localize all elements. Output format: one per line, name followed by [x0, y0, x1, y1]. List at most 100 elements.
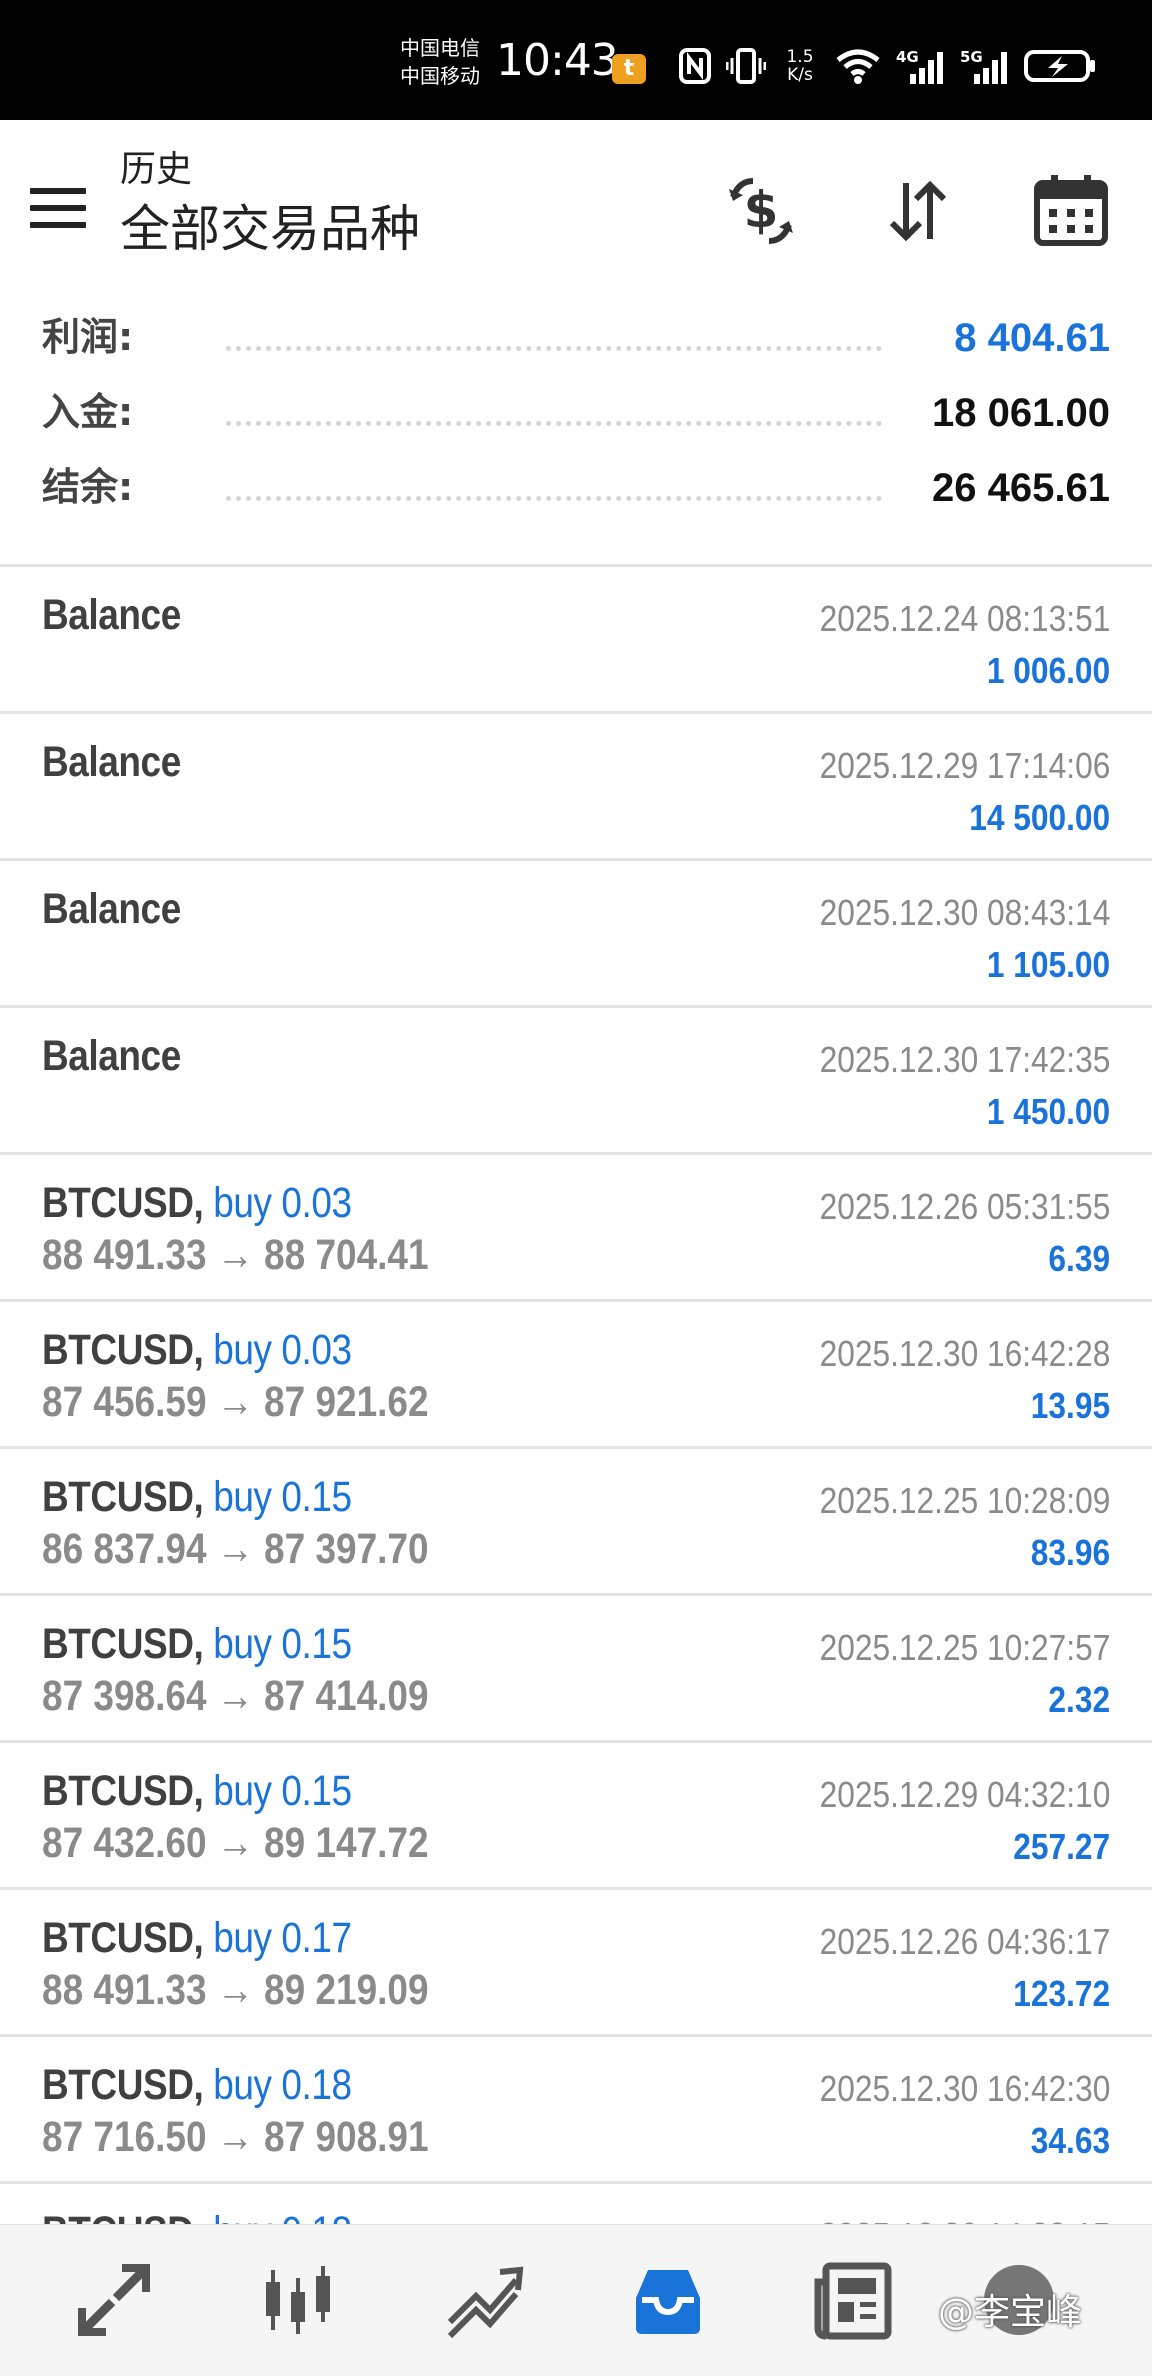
history-icon: [636, 2270, 700, 2334]
trade-icon: [447, 2266, 524, 2339]
item-symbol: BTCUSD,: [42, 1326, 204, 1374]
item-amount: 1 006.00: [986, 650, 1110, 691]
watermark-text: @李宝峰: [938, 2292, 1083, 2333]
item-amount: 1 105.00: [986, 944, 1110, 985]
nav-quotes[interactable]: [64, 2255, 164, 2345]
network-label-1: 4G: [896, 48, 919, 66]
item-title: Balance: [42, 1032, 181, 1080]
list-item[interactable]: Balance 2025.12.30 17:42:35 1 450.00: [0, 1005, 1152, 1152]
status-bar: 中国电信 中国移动 10:43 t 1.5 K/s 4G 5G: [0, 0, 1152, 120]
sort-icon: [889, 180, 947, 242]
item-symbol: BTCUSD,: [42, 1473, 204, 1521]
profit-value: 8 404.61: [954, 316, 1110, 360]
item-direction: buy 0.18: [213, 2208, 352, 2224]
item-time: 2025.12.30 16:42:28: [819, 1333, 1110, 1374]
page-subtitle: 历史: [120, 149, 193, 190]
network-speed: 1.5 K/s: [780, 48, 820, 84]
news-icon: [814, 2262, 892, 2340]
status-icons: 1.5 K/s 4G 5G: [678, 38, 1096, 94]
item-title: BTCUSD, buy 0.17: [42, 1912, 352, 1964]
app-notification-icon: t: [612, 54, 646, 84]
list-item[interactable]: BTCUSD, buy 0.17 88 491.33 → 89 219.09 2…: [0, 1887, 1152, 2034]
item-time: 2025.12.29 04:32:10: [819, 1774, 1110, 1815]
deposit-label: 入金:: [42, 390, 134, 434]
list-item[interactable]: Balance 2025.12.29 17:14:06 14 500.00: [0, 711, 1152, 858]
item-title: BTCUSD, buy 0.18: [42, 2059, 352, 2111]
item-prices: 87 432.60 → 89 147.72: [42, 1819, 429, 1867]
balance-value: 26 465.61: [932, 466, 1110, 510]
nfc-icon: [679, 48, 711, 84]
item-amount: 13.95: [1030, 1385, 1110, 1426]
item-amount: 257.27: [1013, 1826, 1110, 1867]
item-title: Balance: [42, 591, 181, 639]
item-title: BTCUSD, buy 0.15: [42, 1618, 352, 1670]
item-prices: 88 491.33 → 89 219.09: [42, 1966, 429, 2014]
battery-charging-icon: [1024, 50, 1095, 82]
item-prices: 86 837.94 → 87 397.70: [42, 1525, 429, 1573]
list-item[interactable]: BTCUSD, buy 0.18 2025.12.30 14:33:15: [0, 2181, 1152, 2224]
list-item[interactable]: Balance 2025.12.24 08:13:51 1 006.00: [0, 564, 1152, 711]
signal-5g-icon: 5G: [960, 48, 1007, 84]
list-item[interactable]: BTCUSD, buy 0.15 87 432.60 → 89 147.72 2…: [0, 1740, 1152, 1887]
summary-profit-row: 利润: 8 404.61: [0, 300, 1152, 374]
list-item[interactable]: BTCUSD, buy 0.03 88 491.33 → 88 704.41 2…: [0, 1152, 1152, 1299]
item-symbol: BTCUSD,: [42, 2208, 204, 2224]
currency-exchange-button[interactable]: $: [716, 166, 806, 256]
dotted-leader: [226, 496, 882, 501]
item-amount: 34.63: [1030, 2120, 1110, 2161]
item-symbol: BTCUSD,: [42, 1179, 204, 1227]
quotes-icon: [78, 2264, 150, 2336]
calendar-icon: [1034, 175, 1108, 246]
list-item[interactable]: BTCUSD, buy 0.18 87 716.50 → 87 908.91 2…: [0, 2034, 1152, 2181]
item-title: BTCUSD, buy 0.15: [42, 1765, 352, 1817]
sort-button[interactable]: [873, 166, 963, 256]
item-time: 2025.12.30 17:42:35: [819, 1039, 1110, 1080]
item-time: 2025.12.25 10:28:09: [819, 1480, 1110, 1521]
nav-chart[interactable]: [248, 2255, 348, 2345]
item-direction: buy 0.03: [213, 1326, 352, 1374]
history-list[interactable]: Balance 2025.12.24 08:13:51 1 006.00 Bal…: [0, 564, 1152, 2224]
item-time: 2025.12.30 08:43:14: [819, 892, 1110, 933]
item-title: BTCUSD, buy 0.03: [42, 1177, 352, 1229]
network-label-2: 5G: [960, 48, 983, 66]
dotted-leader: [226, 346, 882, 351]
item-amount: 2.32: [1048, 1679, 1110, 1720]
item-title: BTCUSD, buy 0.03: [42, 1324, 352, 1376]
item-direction: buy 0.15: [213, 1620, 352, 1668]
carrier-names: 中国电信 中国移动: [400, 34, 492, 90]
currency-exchange-icon: $: [729, 178, 793, 244]
nav-history[interactable]: [618, 2255, 718, 2345]
signal-4g-icon: 4G: [896, 48, 943, 84]
clock: 10:43: [496, 35, 619, 86]
item-symbol: BTCUSD,: [42, 1620, 204, 1668]
item-time: 2025.12.24 08:13:51: [819, 598, 1110, 639]
item-direction: buy 0.15: [213, 1473, 352, 1521]
item-symbol: BTCUSD,: [42, 1914, 204, 1962]
network-speed-unit: K/s: [787, 65, 813, 85]
summary-panel: 利润: 8 404.61 入金: 18 061.00 结余: 26 465.61: [0, 300, 1152, 562]
item-direction: buy 0.15: [213, 1767, 352, 1815]
nav-news[interactable]: [804, 2255, 904, 2345]
list-item[interactable]: BTCUSD, buy 0.15 87 398.64 → 87 414.09 2…: [0, 1593, 1152, 1740]
item-time: 2025.12.29 17:14:06: [819, 745, 1110, 786]
item-direction: buy 0.18: [213, 2061, 352, 2109]
list-item[interactable]: Balance 2025.12.30 08:43:14 1 105.00: [0, 858, 1152, 1005]
item-amount: 14 500.00: [969, 797, 1110, 838]
carrier-1: 中国电信: [400, 36, 480, 60]
item-prices: 88 491.33 → 88 704.41: [42, 1231, 429, 1279]
menu-icon[interactable]: [30, 188, 86, 228]
item-symbol: BTCUSD,: [42, 1767, 204, 1815]
item-title: BTCUSD, buy 0.18: [42, 2206, 352, 2224]
item-symbol: BTCUSD,: [42, 2061, 204, 2109]
dotted-leader: [226, 421, 882, 426]
list-item[interactable]: BTCUSD, buy 0.03 87 456.59 → 87 921.62 2…: [0, 1299, 1152, 1446]
list-item[interactable]: BTCUSD, buy 0.15 86 837.94 → 87 397.70 2…: [0, 1446, 1152, 1593]
vibrate-icon: [726, 48, 766, 84]
page-title[interactable]: 全部交易品种: [120, 198, 420, 260]
network-speed-value: 1.5: [786, 47, 814, 67]
deposit-value: 18 061.00: [932, 391, 1110, 435]
item-direction: buy 0.17: [213, 1914, 352, 1962]
item-time: 2025.12.30 14:33:15: [819, 2214, 1110, 2224]
nav-trade[interactable]: [434, 2255, 534, 2345]
calendar-button[interactable]: [1026, 166, 1116, 256]
